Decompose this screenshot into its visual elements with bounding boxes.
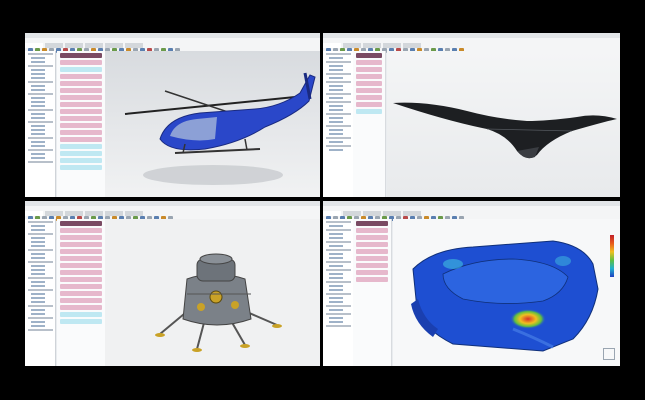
step-item[interactable] bbox=[356, 221, 388, 226]
step-item[interactable] bbox=[60, 256, 102, 261]
step-item[interactable] bbox=[60, 284, 102, 289]
step-item[interactable] bbox=[60, 123, 102, 128]
step-item[interactable] bbox=[60, 249, 102, 254]
ribbon-tools bbox=[27, 207, 318, 221]
model-tree[interactable] bbox=[323, 51, 354, 197]
step-item[interactable] bbox=[356, 249, 388, 254]
stress-legend bbox=[610, 235, 614, 277]
step-item[interactable] bbox=[356, 102, 382, 107]
step-item[interactable] bbox=[60, 60, 102, 65]
ribbon-tabs bbox=[25, 201, 320, 216]
step-item[interactable] bbox=[356, 109, 382, 114]
step-item[interactable] bbox=[356, 263, 388, 268]
cad-window-fea bbox=[323, 201, 620, 366]
helicopter-model bbox=[124, 72, 316, 185]
step-item[interactable] bbox=[60, 291, 102, 296]
flying-wing-model bbox=[393, 102, 617, 159]
step-item[interactable] bbox=[60, 263, 102, 268]
step-item[interactable] bbox=[60, 235, 102, 240]
step-item[interactable] bbox=[60, 312, 102, 317]
step-item[interactable] bbox=[60, 102, 102, 107]
ribbon-tools bbox=[27, 39, 318, 53]
step-item[interactable] bbox=[60, 67, 102, 72]
step-item[interactable] bbox=[60, 109, 102, 114]
model-tree[interactable] bbox=[323, 219, 354, 366]
fea-housing-model bbox=[411, 240, 599, 352]
step-item[interactable] bbox=[60, 130, 102, 135]
step-item[interactable] bbox=[60, 74, 102, 79]
ribbon-toolbar bbox=[25, 33, 320, 53]
step-item[interactable] bbox=[356, 67, 382, 72]
step-item[interactable] bbox=[60, 242, 102, 247]
ribbon-toolbar bbox=[323, 33, 620, 53]
ribbon-toolbar bbox=[323, 201, 620, 221]
3d-viewport[interactable] bbox=[105, 51, 320, 197]
step-item[interactable] bbox=[356, 60, 382, 65]
step-item[interactable] bbox=[60, 270, 102, 275]
ribbon-tools bbox=[325, 39, 618, 53]
step-item[interactable] bbox=[60, 116, 102, 121]
step-item[interactable] bbox=[60, 277, 102, 282]
step-item[interactable] bbox=[356, 95, 382, 100]
step-item[interactable] bbox=[356, 256, 388, 261]
process-steps-panel[interactable] bbox=[57, 219, 106, 366]
ribbon-tabs bbox=[25, 33, 320, 48]
process-steps-panel[interactable] bbox=[353, 51, 386, 197]
video-frame bbox=[25, 33, 620, 366]
step-item[interactable] bbox=[60, 158, 102, 163]
cad-window-wing bbox=[323, 33, 620, 197]
step-item[interactable] bbox=[60, 95, 102, 100]
step-item[interactable] bbox=[60, 88, 102, 93]
cad-window-lander bbox=[25, 201, 320, 366]
step-item[interactable] bbox=[356, 53, 382, 58]
cad-window-helicopter bbox=[25, 33, 320, 197]
step-item[interactable] bbox=[60, 144, 102, 149]
step-item[interactable] bbox=[60, 319, 102, 324]
step-item[interactable] bbox=[356, 235, 388, 240]
lunar-lander-model bbox=[155, 253, 282, 352]
step-item[interactable] bbox=[60, 151, 102, 156]
step-item[interactable] bbox=[60, 228, 102, 233]
step-item[interactable] bbox=[60, 221, 102, 226]
step-item[interactable] bbox=[356, 277, 388, 282]
ribbon-tools bbox=[325, 207, 618, 221]
step-item[interactable] bbox=[60, 53, 102, 58]
model-tree[interactable] bbox=[25, 219, 56, 366]
view-triad-icon bbox=[603, 348, 615, 360]
process-steps-panel[interactable] bbox=[57, 51, 106, 197]
3d-viewport[interactable] bbox=[387, 51, 620, 197]
step-item[interactable] bbox=[356, 88, 382, 93]
step-item[interactable] bbox=[356, 242, 388, 247]
model-tree[interactable] bbox=[25, 51, 56, 197]
step-item[interactable] bbox=[356, 81, 382, 86]
step-item[interactable] bbox=[356, 270, 388, 275]
process-steps-panel[interactable] bbox=[353, 219, 392, 366]
step-item[interactable] bbox=[356, 74, 382, 79]
step-item[interactable] bbox=[60, 81, 102, 86]
ribbon-tabs bbox=[323, 33, 620, 48]
ribbon-toolbar bbox=[25, 201, 320, 221]
step-item[interactable] bbox=[60, 137, 102, 142]
step-item[interactable] bbox=[60, 305, 102, 310]
step-item[interactable] bbox=[356, 228, 388, 233]
step-item[interactable] bbox=[60, 298, 102, 303]
3d-viewport[interactable] bbox=[105, 219, 320, 366]
3d-viewport[interactable] bbox=[393, 219, 620, 366]
ribbon-tabs bbox=[323, 201, 620, 216]
step-item[interactable] bbox=[60, 165, 102, 170]
